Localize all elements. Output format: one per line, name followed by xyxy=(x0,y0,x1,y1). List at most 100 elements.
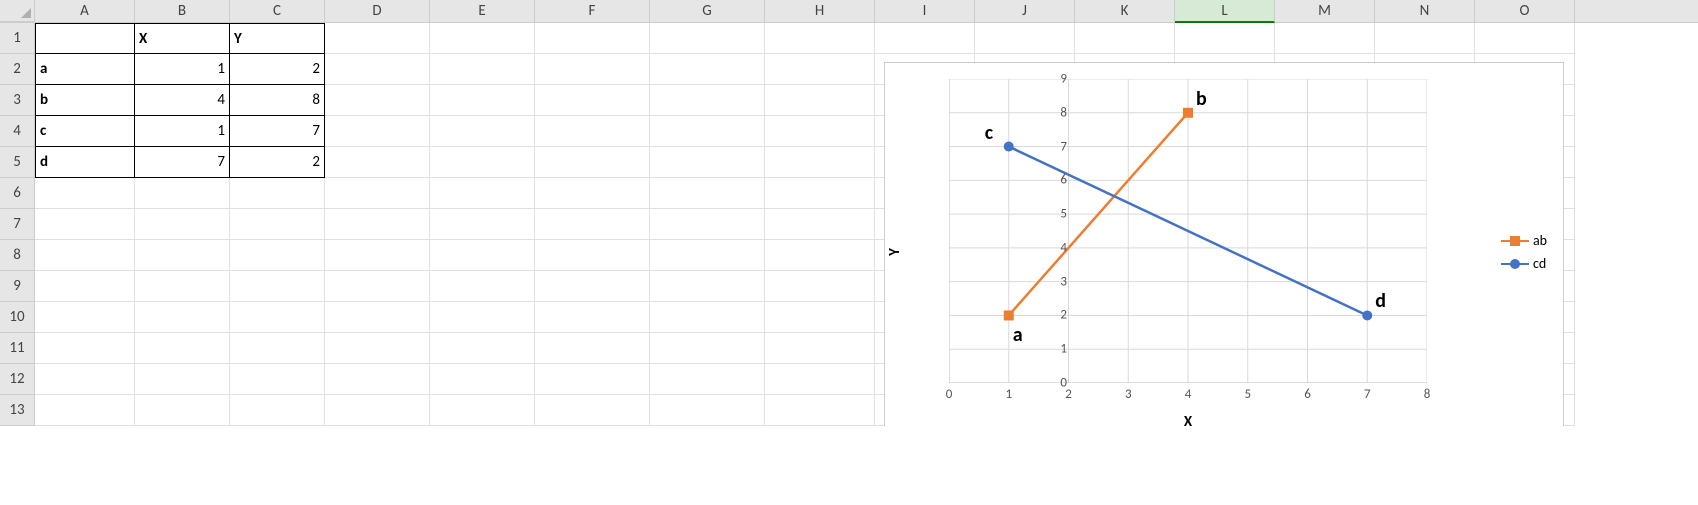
row-header-1[interactable]: 1 xyxy=(0,23,35,54)
cell-G5[interactable] xyxy=(650,147,765,178)
legend-item-ab[interactable]: ab xyxy=(1501,232,1547,249)
cell-B8[interactable] xyxy=(135,240,230,271)
cell-F12[interactable] xyxy=(535,364,650,395)
column-header-I[interactable]: I xyxy=(875,0,975,22)
cell-H6[interactable] xyxy=(765,178,875,209)
cell-E3[interactable] xyxy=(430,85,535,116)
cell-B11[interactable] xyxy=(135,333,230,364)
cell-H10[interactable] xyxy=(765,302,875,333)
column-header-K[interactable]: K xyxy=(1075,0,1175,22)
row-header-4[interactable]: 4 xyxy=(0,116,35,147)
column-header-H[interactable]: H xyxy=(765,0,875,22)
cell-A3[interactable]: b xyxy=(35,85,135,116)
cell-B9[interactable] xyxy=(135,271,230,302)
legend-item-cd[interactable]: cd xyxy=(1501,255,1547,272)
row-header-2[interactable]: 2 xyxy=(0,54,35,85)
cell-F10[interactable] xyxy=(535,302,650,333)
row-header-10[interactable]: 10 xyxy=(0,302,35,333)
cell-F9[interactable] xyxy=(535,271,650,302)
cell-D4[interactable] xyxy=(325,116,430,147)
cell-G10[interactable] xyxy=(650,302,765,333)
row-header-6[interactable]: 6 xyxy=(0,178,35,209)
cell-C10[interactable] xyxy=(230,302,325,333)
row-header-13[interactable]: 13 xyxy=(0,395,35,426)
cell-B7[interactable] xyxy=(135,209,230,240)
cell-A6[interactable] xyxy=(35,178,135,209)
cell-D5[interactable] xyxy=(325,147,430,178)
row-header-8[interactable]: 8 xyxy=(0,240,35,271)
cell-C6[interactable] xyxy=(230,178,325,209)
cell-J1[interactable] xyxy=(975,23,1075,54)
column-header-E[interactable]: E xyxy=(430,0,535,22)
row-header-5[interactable]: 5 xyxy=(0,147,35,178)
cell-D6[interactable] xyxy=(325,178,430,209)
cell-F11[interactable] xyxy=(535,333,650,364)
row-header-3[interactable]: 3 xyxy=(0,85,35,116)
cell-D10[interactable] xyxy=(325,302,430,333)
column-header-O[interactable]: O xyxy=(1475,0,1575,22)
cell-C12[interactable] xyxy=(230,364,325,395)
cell-A5[interactable]: d xyxy=(35,147,135,178)
cell-F13[interactable] xyxy=(535,395,650,426)
cell-C8[interactable] xyxy=(230,240,325,271)
column-header-F[interactable]: F xyxy=(535,0,650,22)
cell-B2[interactable]: 1 xyxy=(135,54,230,85)
cell-G3[interactable] xyxy=(650,85,765,116)
cell-A10[interactable] xyxy=(35,302,135,333)
cell-O1[interactable] xyxy=(1475,23,1575,54)
cell-A7[interactable] xyxy=(35,209,135,240)
cell-E2[interactable] xyxy=(430,54,535,85)
cell-E8[interactable] xyxy=(430,240,535,271)
cell-F5[interactable] xyxy=(535,147,650,178)
cell-C2[interactable]: 2 xyxy=(230,54,325,85)
cell-C7[interactable] xyxy=(230,209,325,240)
cell-D12[interactable] xyxy=(325,364,430,395)
cell-H7[interactable] xyxy=(765,209,875,240)
column-header-D[interactable]: D xyxy=(325,0,430,22)
cell-G4[interactable] xyxy=(650,116,765,147)
cell-H13[interactable] xyxy=(765,395,875,426)
cell-H3[interactable] xyxy=(765,85,875,116)
cell-H4[interactable] xyxy=(765,116,875,147)
cell-B3[interactable]: 4 xyxy=(135,85,230,116)
cell-H11[interactable] xyxy=(765,333,875,364)
cell-H5[interactable] xyxy=(765,147,875,178)
cell-B10[interactable] xyxy=(135,302,230,333)
cell-E13[interactable] xyxy=(430,395,535,426)
column-header-L[interactable]: L xyxy=(1175,0,1275,23)
cell-B1[interactable]: X xyxy=(135,23,230,54)
cell-F6[interactable] xyxy=(535,178,650,209)
cell-B5[interactable]: 7 xyxy=(135,147,230,178)
cell-C13[interactable] xyxy=(230,395,325,426)
cell-C1[interactable]: Y xyxy=(230,23,325,54)
cell-A9[interactable] xyxy=(35,271,135,302)
cell-G12[interactable] xyxy=(650,364,765,395)
cell-E7[interactable] xyxy=(430,209,535,240)
cell-C3[interactable]: 8 xyxy=(230,85,325,116)
cell-C9[interactable] xyxy=(230,271,325,302)
cell-D7[interactable] xyxy=(325,209,430,240)
cell-E6[interactable] xyxy=(430,178,535,209)
cell-G8[interactable] xyxy=(650,240,765,271)
cell-I1[interactable] xyxy=(875,23,975,54)
cell-K1[interactable] xyxy=(1075,23,1175,54)
cell-F3[interactable] xyxy=(535,85,650,116)
cell-F2[interactable] xyxy=(535,54,650,85)
cell-H9[interactable] xyxy=(765,271,875,302)
cell-D1[interactable] xyxy=(325,23,430,54)
cell-H2[interactable] xyxy=(765,54,875,85)
column-header-A[interactable]: A xyxy=(35,0,135,22)
cell-A2[interactable]: a xyxy=(35,54,135,85)
cell-D9[interactable] xyxy=(325,271,430,302)
cell-A4[interactable]: c xyxy=(35,116,135,147)
cell-A8[interactable] xyxy=(35,240,135,271)
column-header-B[interactable]: B xyxy=(135,0,230,22)
cell-G11[interactable] xyxy=(650,333,765,364)
cell-N1[interactable] xyxy=(1375,23,1475,54)
cell-H8[interactable] xyxy=(765,240,875,271)
cell-H12[interactable] xyxy=(765,364,875,395)
cell-G13[interactable] xyxy=(650,395,765,426)
cell-F8[interactable] xyxy=(535,240,650,271)
select-all-corner[interactable] xyxy=(0,0,35,22)
cell-A12[interactable] xyxy=(35,364,135,395)
